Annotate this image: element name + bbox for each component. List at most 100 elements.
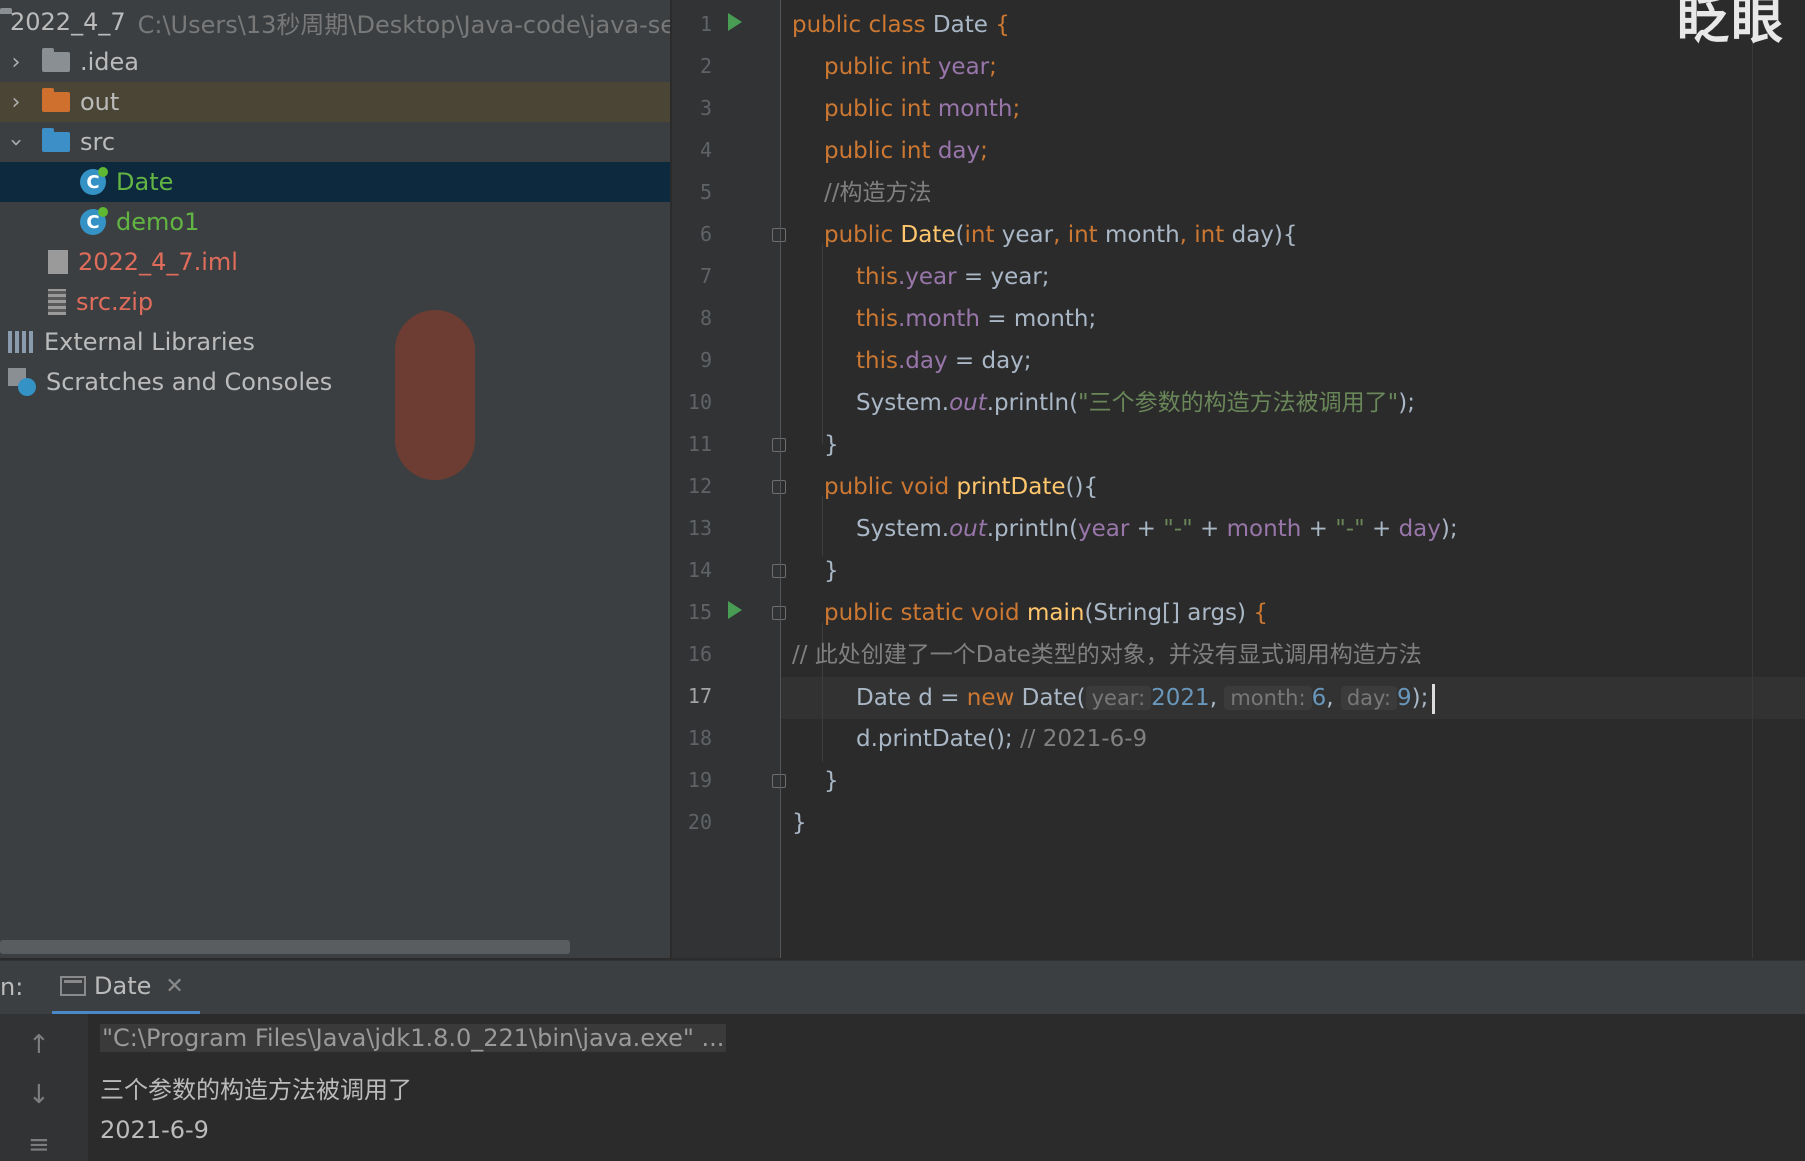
- code-line-5[interactable]: //构造方法: [824, 172, 932, 214]
- param-hint: year:: [1085, 686, 1152, 710]
- fold-marker-icon[interactable]: [772, 564, 786, 578]
- token: );: [1440, 516, 1458, 542]
- token: .day: [897, 348, 948, 374]
- tree-item-scratches[interactable]: Scratches and Consoles: [0, 362, 670, 402]
- tree-item-src[interactable]: › src: [0, 122, 670, 162]
- arrow-up-icon[interactable]: ↑: [28, 1030, 50, 1060]
- code-line-3[interactable]: public int month;: [824, 88, 1020, 130]
- code-line-7[interactable]: this.year = year;: [856, 256, 1050, 298]
- tree-item-label: src.zip: [76, 288, 154, 316]
- token: day: [1231, 222, 1274, 248]
- line-number: 19: [687, 768, 712, 792]
- line-number: 1: [699, 12, 712, 36]
- java-class-icon: C: [80, 207, 108, 235]
- code-line-15[interactable]: public static void main(String[] args) {: [824, 592, 1268, 634]
- fold-marker-icon[interactable]: [772, 228, 786, 242]
- tree-item-srczip[interactable]: src.zip: [0, 282, 670, 322]
- token: day: [937, 138, 981, 164]
- tree-item-root[interactable]: 2022_4_7 C:\Users\13秒周期\Desktop\Java-cod…: [0, 2, 670, 42]
- archive-icon: [48, 289, 66, 315]
- token: public int: [824, 54, 938, 80]
- code-line-20[interactable]: }: [792, 802, 807, 844]
- tree-item-external-libraries[interactable]: External Libraries: [0, 322, 670, 362]
- run-tab-date[interactable]: Date ✕: [52, 961, 200, 1015]
- code-line-17[interactable]: Date d = new Date(year: 2021, month: 6, da…: [856, 677, 1436, 719]
- token: public class: [792, 12, 933, 38]
- code-line-8[interactable]: this.month = month;: [856, 298, 1096, 340]
- token: .println(: [986, 516, 1079, 542]
- console-output-line: 2021-6-9: [100, 1116, 209, 1144]
- fold-marker-icon[interactable]: [772, 438, 786, 452]
- code-line-18[interactable]: d.printDate(); // 2021-6-9: [856, 718, 1147, 760]
- tree-item-label: Date: [116, 168, 174, 196]
- source-folder-icon: [42, 128, 70, 152]
- tree-item-iml[interactable]: 2022_4_7.iml: [0, 242, 670, 282]
- code-line-16[interactable]: // 此处创建了一个Date类型的对象，并没有显式调用构造方法: [792, 634, 1422, 676]
- module-file-icon: [48, 250, 68, 274]
- console-icon: [60, 976, 86, 996]
- java-class-icon: C: [80, 167, 108, 195]
- token: ,: [1209, 685, 1225, 711]
- token: Date: [900, 222, 956, 248]
- code-line-10[interactable]: System.out.println("三个参数的构造方法被调用了");: [856, 382, 1415, 424]
- code-line-14[interactable]: }: [824, 550, 839, 592]
- line-number: 16: [687, 642, 712, 666]
- token: "-": [1335, 516, 1365, 542]
- fold-marker-icon[interactable]: [772, 774, 786, 788]
- token: out: [949, 390, 987, 416]
- line-number: 5: [699, 180, 712, 204]
- run-main-icon[interactable]: [728, 601, 742, 619]
- soft-wrap-icon[interactable]: ≡: [28, 1130, 50, 1160]
- token: 6: [1311, 685, 1327, 711]
- tree-item-out[interactable]: › out: [0, 82, 670, 122]
- run-console[interactable]: ↑ ↓ ≡ "C:\Program Files\Java\jdk1.8.0_22…: [0, 1014, 1805, 1161]
- code-line-1[interactable]: public class Date {: [792, 4, 1010, 46]
- code-editor[interactable]: 1 2 3 4 5 6 7 8 9 10 11 12 13 14 15 16 1…: [672, 0, 1805, 958]
- token: }: [824, 768, 839, 794]
- fold-marker-icon[interactable]: [772, 480, 786, 494]
- token: new: [966, 685, 1022, 711]
- token: .println(: [986, 390, 1079, 416]
- tree-item-label: 2022_4_7.iml: [78, 248, 238, 276]
- code-line-13[interactable]: System.out.println(year + "-" + month + …: [856, 508, 1458, 550]
- code-line-9[interactable]: this.day = day;: [856, 340, 1032, 382]
- code-line-11[interactable]: }: [824, 424, 839, 466]
- close-icon[interactable]: ✕: [165, 974, 183, 999]
- token: .year: [897, 264, 957, 290]
- horizontal-scrollbar[interactable]: [0, 940, 570, 954]
- token: +: [1129, 516, 1164, 542]
- chevron-down-icon[interactable]: ›: [4, 132, 29, 152]
- fold-marker-icon[interactable]: [772, 606, 786, 620]
- token: {: [995, 12, 1010, 38]
- token: 2021: [1151, 685, 1210, 711]
- chevron-right-icon[interactable]: ›: [6, 50, 26, 75]
- code-line-4[interactable]: public int day;: [824, 130, 988, 172]
- line-number: 20: [687, 810, 712, 834]
- run-label: n:: [0, 973, 24, 1001]
- line-number: 18: [687, 726, 712, 750]
- line-number: 13: [687, 516, 712, 540]
- token: this: [856, 348, 898, 374]
- chevron-right-icon[interactable]: ›: [6, 90, 26, 115]
- code-line-2[interactable]: public int year;: [824, 46, 997, 88]
- arrow-down-icon[interactable]: ↓: [28, 1080, 50, 1110]
- token: year: [1001, 222, 1054, 248]
- token: month: [1105, 222, 1180, 248]
- code-line-12[interactable]: public void printDate(){: [824, 466, 1098, 508]
- token: ){: [1273, 222, 1298, 248]
- tree-item-label: External Libraries: [44, 328, 255, 356]
- run-class-icon[interactable]: [728, 13, 742, 31]
- token: int: [964, 222, 1002, 248]
- tree-item-demo1[interactable]: C demo1: [0, 202, 670, 242]
- code-line-6[interactable]: public Date(int year, int month, int day…: [824, 214, 1298, 256]
- code-line-19[interactable]: }: [824, 760, 839, 802]
- tree-item-date[interactable]: C Date: [0, 162, 670, 202]
- token: = month;: [979, 306, 1097, 332]
- token: }: [824, 432, 839, 458]
- token: Date(: [1021, 685, 1086, 711]
- run-tab-label: Date: [94, 972, 152, 1000]
- token: out: [949, 516, 987, 542]
- token: Date: [932, 12, 996, 38]
- tree-item-idea[interactable]: › .idea: [0, 42, 670, 82]
- token: ,: [1326, 685, 1341, 711]
